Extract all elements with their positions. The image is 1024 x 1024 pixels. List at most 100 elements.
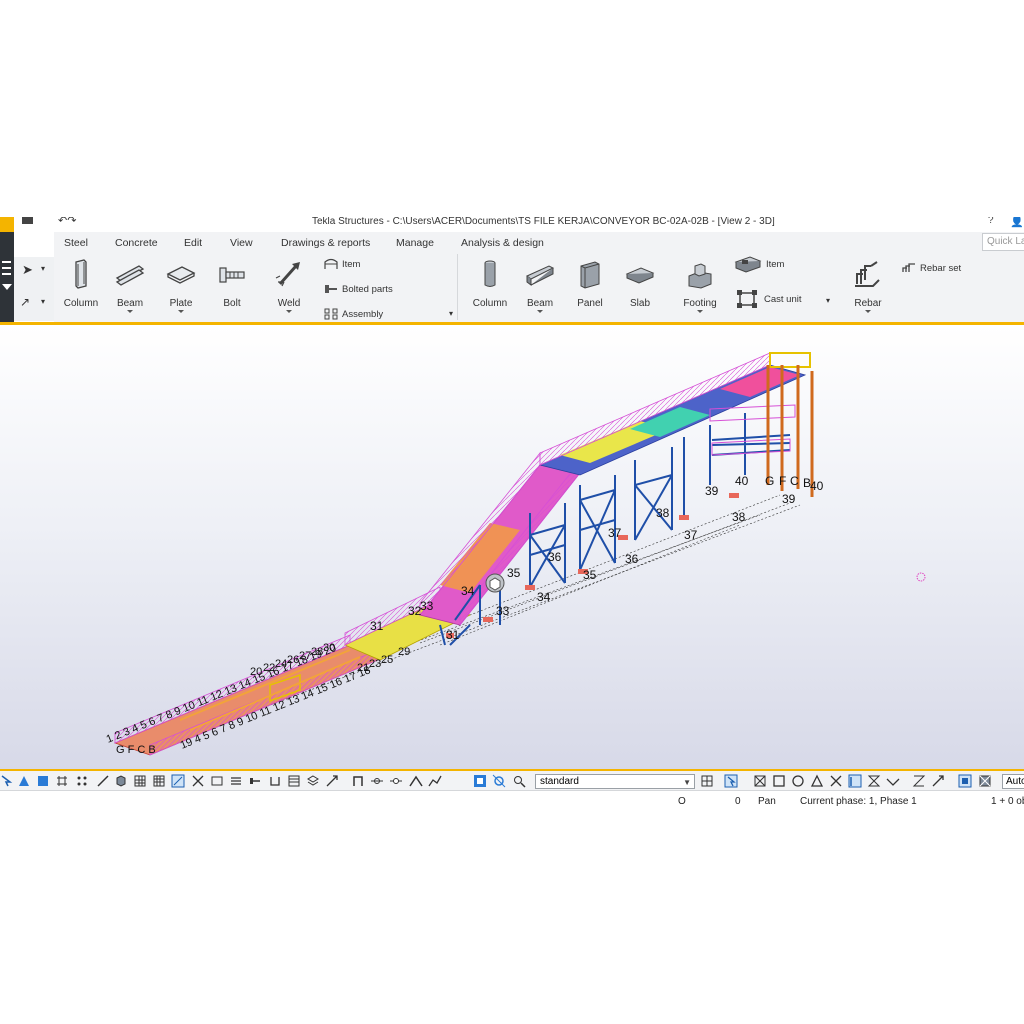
svg-text:37: 37 (608, 526, 622, 540)
steel-group-expand-icon[interactable]: ▾ (449, 309, 453, 318)
triangle-snap-icon[interactable] (810, 774, 824, 788)
dropdown-arrow-icon[interactable] (865, 310, 871, 313)
status-o-label: O (678, 796, 686, 807)
svg-text:34: 34 (461, 584, 475, 598)
select-switch-icon[interactable] (724, 774, 738, 788)
rebar-icon (855, 261, 880, 287)
steel-column-button[interactable]: Column (62, 258, 100, 309)
cross-snap-icon[interactable] (829, 774, 843, 788)
measure-icon[interactable] (325, 774, 339, 788)
tab-manage[interactable]: Manage (396, 237, 434, 249)
snap-intersections-icon[interactable] (389, 774, 403, 788)
concrete-item-icon (734, 256, 762, 273)
dropdown-arrow-icon[interactable] (697, 310, 703, 313)
layers-icon[interactable] (306, 774, 320, 788)
ortho-icon[interactable] (753, 774, 767, 788)
snap-pattern-icon[interactable] (287, 774, 301, 788)
steel-bolt-button[interactable]: Bolt (214, 258, 250, 309)
concrete-column-button[interactable]: Column (470, 258, 510, 309)
select-all-icon[interactable] (0, 774, 14, 788)
select-parts-icon[interactable] (17, 774, 31, 788)
selection-filter-select[interactable]: standard ▼ (535, 774, 695, 789)
weld-icon (275, 262, 300, 287)
cast-unit-dropdown-icon[interactable]: ▾ (826, 296, 830, 305)
snap-geometry-icon[interactable] (191, 774, 205, 788)
tab-view[interactable]: View (230, 237, 253, 249)
circle-snap-icon[interactable] (791, 774, 805, 788)
select-components-icon[interactable] (36, 774, 50, 788)
filter-settings-icon[interactable] (700, 774, 714, 788)
undo-icon[interactable]: ↶↷ (58, 217, 76, 227)
concrete-item-button[interactable]: Item (734, 254, 784, 274)
ribbon-tabs: Steel Concrete Edit View Drawings & repo… (54, 232, 1024, 256)
steel-assembly-button[interactable]: Assembly (324, 308, 383, 320)
screen-capture-icon[interactable] (978, 774, 992, 788)
tab-concrete[interactable]: Concrete (107, 237, 164, 256)
steel-plate-button[interactable]: Plate (162, 258, 200, 313)
steel-bolted-parts-button[interactable]: Bolted parts (324, 283, 393, 295)
tab-steel[interactable]: Steel (56, 237, 94, 256)
dropdown-arrow-icon[interactable] (537, 310, 543, 313)
dropdown-arrow-icon[interactable]: ▾ (41, 297, 45, 306)
free-snap-icon[interactable] (931, 774, 945, 788)
snap-pointer-icon[interactable]: ↗ (20, 295, 30, 309)
select-grid-icon[interactable] (55, 774, 69, 788)
user-icon[interactable]: 👤 (1010, 217, 1024, 228)
dropdown-arrow-icon[interactable]: ▾ (41, 264, 45, 273)
model-view-3d[interactable]: G F C B 40 40 39 39 38 38 37 37 36 36 35… (0, 325, 1024, 770)
concrete-beam-button[interactable]: Beam (520, 258, 560, 313)
snap-plane-icon[interactable] (210, 774, 224, 788)
snap-nearest-icon[interactable] (492, 774, 506, 788)
select-pointer-icon[interactable]: ➤ (22, 262, 33, 278)
concrete-group: Column Beam Panel Slab Footing Item Cast… (464, 254, 1024, 320)
tab-edit[interactable]: Edit (184, 237, 202, 249)
concrete-rebar-button[interactable]: Rebar (848, 258, 888, 313)
tab-analysis-design[interactable]: Analysis & design (461, 237, 544, 249)
concrete-cast-unit-button[interactable]: Cast unit (736, 289, 802, 309)
steel-item-button[interactable]: Item (324, 258, 360, 270)
snap-lines-icon[interactable] (229, 774, 243, 788)
concrete-panel-button[interactable]: Panel (570, 258, 610, 309)
snap-mid-points-icon[interactable] (370, 774, 384, 788)
concrete-rebar-set-button[interactable]: Rebar set (902, 262, 961, 274)
expand-arrow-icon[interactable] (2, 284, 12, 290)
tangent-snap-icon[interactable] (886, 774, 900, 788)
dropdown-arrow-icon[interactable] (178, 310, 184, 313)
help-icon[interactable]: ? (988, 217, 994, 226)
view-cube-icon[interactable] (485, 573, 505, 593)
extension-snap-icon[interactable] (912, 774, 926, 788)
snap-center-icon[interactable] (473, 774, 487, 788)
ribbon: Column Beam Plate Bolt Weld Item Bolted … (54, 252, 1024, 322)
dropdown-arrow-icon[interactable] (127, 310, 133, 313)
dropdown-arrow-icon[interactable] (286, 310, 292, 313)
select-welds-icon[interactable] (96, 774, 110, 788)
snap-end-points-icon[interactable] (351, 774, 365, 788)
status-phase[interactable]: Current phase: 1, Phase 1 (800, 796, 917, 807)
select-reinforcement-icon[interactable] (133, 774, 147, 788)
concrete-footing-button[interactable]: Footing (678, 258, 722, 313)
edge-snap-icon[interactable] (848, 774, 862, 788)
work-plane-icon[interactable] (958, 774, 972, 788)
quick-launch-input[interactable]: Quick Launch (982, 233, 1024, 251)
bottom-toolbar: standard ▼ Auto (0, 771, 1024, 791)
tab-drawings-reports[interactable]: Drawings & reports (281, 237, 370, 249)
snap-perpendicular-icon[interactable] (409, 774, 423, 788)
steel-beam-button[interactable]: Beam (112, 258, 148, 313)
svg-text:G: G (765, 474, 774, 488)
snap-any-position-icon[interactable] (512, 774, 526, 788)
concrete-slab-button[interactable]: Slab (620, 258, 660, 309)
snap-lines-edges-icon[interactable] (428, 774, 442, 788)
snap-profile-icon[interactable] (268, 774, 282, 788)
steel-weld-button[interactable]: Weld (270, 258, 308, 313)
select-surface-icon[interactable] (152, 774, 166, 788)
svg-text:33: 33 (496, 604, 510, 618)
svg-text:C: C (790, 474, 799, 488)
select-objects-in-components-icon[interactable] (114, 774, 128, 788)
auto-select[interactable]: Auto (1002, 774, 1024, 789)
select-points-icon[interactable] (75, 774, 89, 788)
snap-bolt-icon[interactable] (248, 774, 262, 788)
app-menu-icon[interactable] (22, 217, 33, 224)
rectangle-snap-icon[interactable] (772, 774, 786, 788)
snap-reference-icon[interactable] (171, 774, 185, 788)
hourglass-snap-icon[interactable] (867, 774, 881, 788)
